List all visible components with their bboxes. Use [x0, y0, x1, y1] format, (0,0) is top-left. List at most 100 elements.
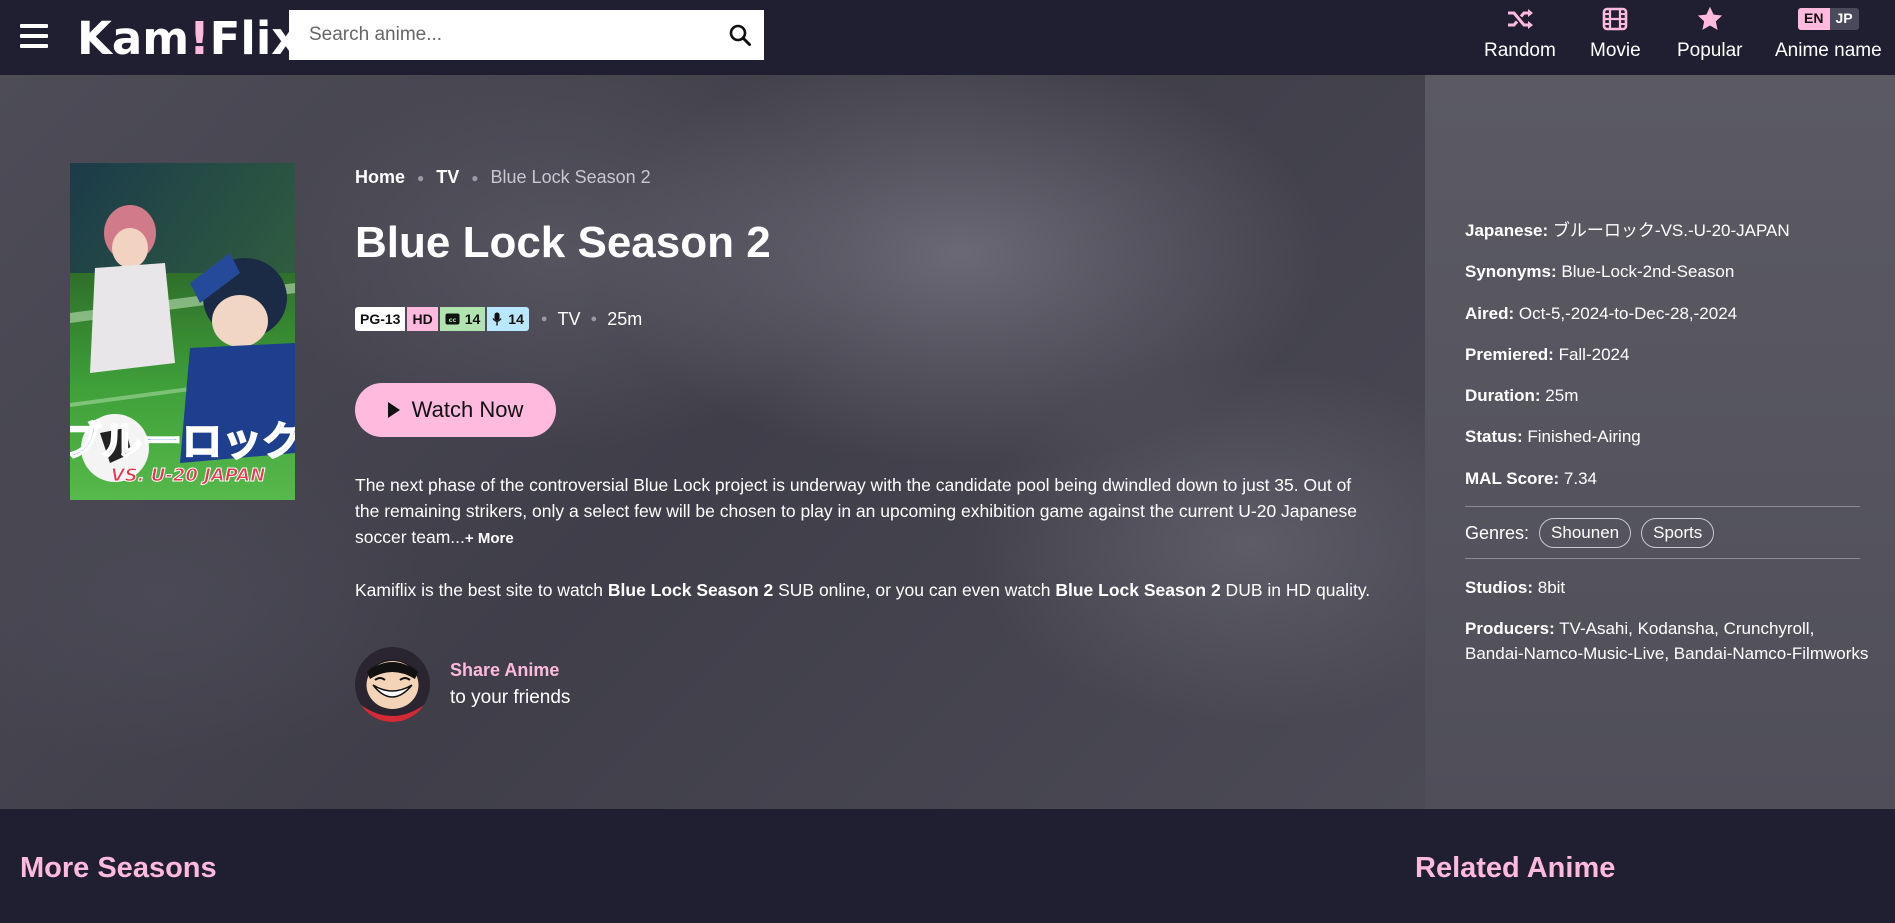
more-seasons-heading: More Seasons — [20, 852, 217, 884]
shuffle-icon — [1507, 9, 1533, 29]
info-producers-value[interactable]: TV-Asahi, Kodansha, Crunchyroll, — [1559, 619, 1814, 638]
info-duration-label: Duration: — [1465, 386, 1541, 405]
info-aired: Aired: Oct-5,-2024-to-Dec-28,-2024 — [1465, 301, 1737, 326]
promo-anime-name: Blue Lock Season 2 — [607, 580, 774, 600]
promo-middle: SUB online, or you can even watch — [773, 580, 1056, 600]
svg-text:cc: cc — [448, 316, 456, 324]
breadcrumb-type[interactable]: TV — [436, 167, 459, 188]
sub-count-value: 14 — [464, 311, 481, 327]
nav-random[interactable]: Random — [1484, 4, 1556, 62]
info-divider — [1465, 558, 1860, 559]
promo-text: Kamiflix is the best site to watch Blue … — [355, 578, 1375, 602]
search-input[interactable] — [289, 10, 716, 60]
share-subtitle: to your friends — [450, 687, 571, 708]
info-duration: Duration: 25m — [1465, 383, 1578, 408]
info-aired-label: Aired: — [1465, 304, 1515, 323]
anime-duration: 25m — [607, 308, 643, 329]
anime-poster: ブルーロック VS. U-20 JAPAN — [70, 163, 295, 500]
dub-count-badge: 14 — [487, 307, 529, 331]
info-duration-value: 25m — [1545, 386, 1579, 405]
logo-text-part1: Kam — [77, 12, 190, 65]
promo-prefix: Kamiflix is the best site to watch — [355, 580, 608, 600]
dub-count-value: 14 — [508, 311, 524, 327]
breadcrumb-separator: ● — [471, 170, 479, 185]
anime-title: Blue Lock Season 2 — [355, 218, 771, 267]
info-synonyms: Synonyms: Blue-Lock-2nd-Season — [1465, 259, 1734, 284]
language-toggle[interactable]: EN JP — [1798, 8, 1859, 30]
info-aired-value: Oct-5,-2024-to-Dec-28,-2024 — [1518, 304, 1738, 323]
info-studios: Studios: 8bit — [1465, 575, 1565, 600]
info-synonyms-label: Synonyms: — [1465, 262, 1557, 281]
nav-movie[interactable]: Movie — [1590, 4, 1641, 62]
info-genres-label: Genres: — [1465, 522, 1530, 543]
closed-caption-icon: cc — [445, 313, 460, 325]
info-genres: Genres: Shounen Sports — [1465, 518, 1715, 548]
logo-text-bang: ! — [189, 12, 210, 65]
promo-suffix: DUB in HD quality. — [1220, 580, 1371, 600]
nav-anime-name[interactable]: EN JP Anime name — [1775, 4, 1882, 62]
nav-popular-label: Popular — [1677, 40, 1743, 61]
nav-anime-name-label: Anime name — [1775, 40, 1882, 61]
share-avatar — [355, 647, 430, 722]
search-icon — [729, 24, 751, 46]
breadcrumb-current: Blue Lock Season 2 — [490, 167, 651, 187]
logo-text-part2: Flix — [209, 12, 301, 65]
meta-separator: ● — [540, 313, 548, 325]
star-icon — [1697, 6, 1722, 30]
lang-en-option[interactable]: EN — [1798, 8, 1830, 30]
related-anime-heading: Related Anime — [1415, 852, 1616, 884]
info-mal-score: MAL Score: 7.34 — [1465, 466, 1597, 491]
play-icon — [387, 402, 400, 418]
genre-pill-shounen[interactable]: Shounen — [1539, 518, 1632, 548]
search-button[interactable] — [716, 10, 764, 60]
lang-jp-option[interactable]: JP — [1829, 8, 1859, 30]
info-divider — [1465, 506, 1860, 507]
anime-description: The next phase of the controversial Blue… — [355, 472, 1360, 552]
genre-pill-sports[interactable]: Sports — [1641, 518, 1715, 548]
nav-popular[interactable]: Popular — [1677, 4, 1743, 62]
site-logo[interactable]: Kam!Flix — [77, 12, 300, 65]
breadcrumb-separator: ● — [417, 170, 425, 185]
poster-subtitle-text: VS. U-20 JAPAN — [111, 465, 266, 486]
nav-random-label: Random — [1484, 40, 1556, 61]
watch-now-label: Watch Now — [411, 397, 524, 422]
quality-badge: HD — [407, 307, 438, 331]
info-studios-label: Studios: — [1465, 578, 1533, 597]
info-japanese-label: Japanese: — [1465, 221, 1549, 240]
info-mal-label: MAL Score: — [1465, 469, 1560, 488]
info-japanese-value: ブルーロック-VS.-U-20-JAPAN — [1552, 221, 1790, 240]
watch-now-button[interactable]: Watch Now — [355, 383, 556, 437]
info-status-value: Finished-Airing — [1527, 427, 1641, 446]
promo-anime-name: Blue Lock Season 2 — [1055, 580, 1221, 600]
share-anime: Share Anime to your friends — [355, 647, 570, 722]
info-premiered-label: Premiered: — [1465, 345, 1554, 364]
info-status: Status: Finished-Airing — [1465, 424, 1641, 449]
more-button[interactable]: + More — [465, 530, 514, 547]
info-producers: Producers: TV-Asahi, Kodansha, Crunchyro… — [1465, 616, 1868, 666]
info-premiered-value: Fall-2024 — [1558, 345, 1630, 364]
share-title[interactable]: Share Anime — [450, 660, 570, 681]
breadcrumb: Home ● TV ● Blue Lock Season 2 — [355, 167, 651, 188]
info-japanese: Japanese: ブルーロック-VS.-U-20-JAPAN — [1465, 218, 1790, 243]
info-producers-value[interactable]: Bandai-Namco-Music-Live, Bandai-Namco-Fi… — [1465, 644, 1868, 663]
avatar-image — [355, 647, 430, 722]
nav-movie-label: Movie — [1590, 40, 1641, 61]
search-bar — [289, 10, 764, 60]
meta-separator: ● — [590, 313, 598, 325]
sub-count-badge: cc 14 — [439, 307, 486, 331]
info-producers-label: Producers: — [1465, 619, 1555, 638]
info-mal-value: 7.34 — [1563, 469, 1597, 488]
info-premiered: Premiered: Fall-2024 — [1465, 342, 1629, 367]
poster-image: ブルーロック VS. U-20 JAPAN — [70, 163, 295, 500]
rating-badge: PG-13 — [355, 307, 406, 331]
top-header: Kam!Flix Random — [0, 0, 1895, 75]
info-synonyms-value: Blue-Lock-2nd-Season — [1561, 262, 1735, 281]
anime-type: TV — [557, 308, 581, 329]
anime-tags: PG-13 HD cc 14 14 ● TV ● 25m — [355, 307, 642, 331]
info-studios-value[interactable]: 8bit — [1538, 578, 1565, 597]
poster-title-text: ブルーロック — [70, 419, 295, 465]
film-icon — [1603, 7, 1628, 31]
breadcrumb-home[interactable]: Home — [355, 167, 405, 188]
hamburger-menu-icon[interactable] — [20, 24, 48, 48]
microphone-icon — [492, 312, 502, 326]
